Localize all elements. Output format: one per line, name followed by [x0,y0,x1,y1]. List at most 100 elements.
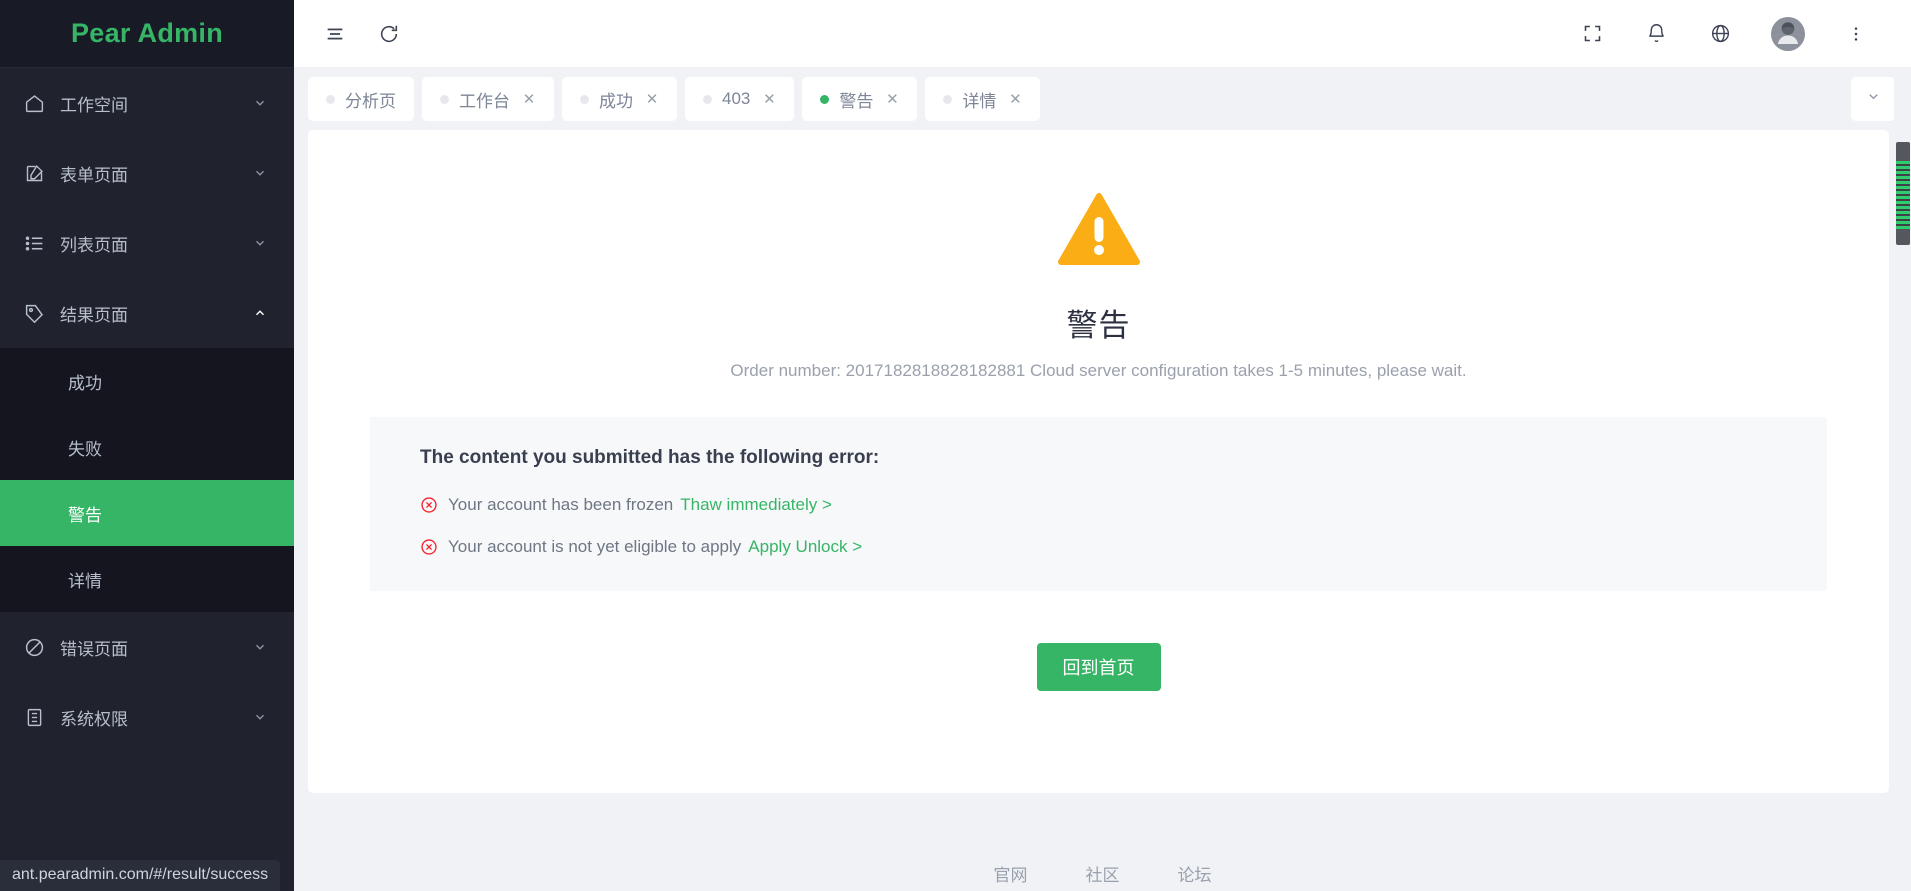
ban-icon [22,635,46,659]
result-card: 警告 Order number: 2017182818828182881 Clo… [308,130,1889,793]
error-row-text: Your account has been frozen [448,495,674,514]
chevron-down-icon [1866,89,1881,109]
error-row: Your account has been frozen Thaw immedi… [420,495,1777,515]
fullscreen-icon[interactable] [1579,21,1605,47]
refresh-icon[interactable] [376,21,402,47]
list-icon [22,231,46,255]
tab-status-dot [440,94,449,104]
sidebar-subitem-fail[interactable]: 失败 [0,414,294,480]
hamburger-icon[interactable] [322,21,348,47]
chevron-down-icon [252,709,268,725]
tab-label: 成功 [599,91,633,111]
topbar [294,0,1911,68]
sidebar-subitem-detail[interactable]: 详情 [0,546,294,612]
globe-icon[interactable] [1707,21,1733,47]
error-panel: The content you submitted has the follow… [370,417,1827,591]
sidebar-submenu-result-pages: 成功 失败 警告 详情 [0,348,294,612]
warning-triangle-icon [1057,188,1141,272]
topbar-left-group [322,21,402,47]
tab-success[interactable]: 成功 ✕ [562,77,677,121]
sidebar-item-label: 系统权限 [60,709,128,729]
tab-warning[interactable]: 警告 ✕ [802,77,918,121]
footer-link-official[interactable]: 官网 [994,861,1028,886]
sidebar-subitem-warning[interactable]: 警告 [0,480,294,546]
sidebar-item-error-pages[interactable]: 错误页面 [0,612,294,682]
sidebar-subitem-label: 详情 [68,571,102,591]
sidebar-subitem-success[interactable]: 成功 [0,348,294,414]
sidebar-subitem-label: 失败 [68,439,102,459]
tab-workbench[interactable]: 工作台 ✕ [422,77,554,121]
chevron-down-icon [252,235,268,251]
tag-icon [22,301,46,325]
sidebar-item-result-pages[interactable]: 结果页面 [0,278,294,348]
sidebar-item-form-pages[interactable]: 表单页面 [0,138,294,208]
brand-header: Pear Admin [0,0,294,68]
footer-link-forum[interactable]: 论坛 [1178,861,1212,886]
tab-status-dot [820,94,830,104]
close-icon[interactable]: ✕ [522,90,536,108]
back-home-button[interactable]: 回到首页 [1036,643,1161,691]
tab-analysis[interactable]: 分析页 [308,77,414,121]
tab-label: 403 [722,89,751,108]
error-row-text: Your account is not yet eligible to appl… [448,537,742,556]
status-bar-url: ant.pearadmin.com/#/result/success [0,860,281,891]
bell-icon[interactable] [1643,21,1669,47]
tab-label: 警告 [839,91,874,111]
footer-link-community[interactable]: 社区 [1086,861,1120,886]
sidebar-item-label: 列表页面 [60,235,128,255]
tab-label: 工作台 [459,91,510,111]
error-panel-heading: The content you submitted has the follow… [420,447,880,468]
close-icon[interactable]: ✕ [762,90,776,108]
chevron-down-icon [252,639,268,655]
tab-options-dropdown[interactable] [1851,77,1895,121]
vertical-scrollbar-thumb[interactable] [1896,142,1910,245]
sidebar-item-system-permissions[interactable]: 系统权限 [0,682,294,752]
tab-status-dot [326,94,335,104]
user-avatar[interactable] [1771,16,1805,51]
tab-label: 分析页 [345,91,396,111]
apply-unlock-link[interactable]: Apply Unlock > [748,537,862,557]
chevron-down-icon [252,95,268,111]
sidebar-subitem-label: 成功 [68,373,102,393]
sidebar-subitem-label: 警告 [68,505,102,525]
tab-list: 分析页 工作台 ✕ 成功 ✕ 403 ✕ 警告 ✕ 详情 ✕ [308,77,1841,121]
error-circle-icon [420,496,438,514]
sidebar: Pear Admin 工作空间 表单页面 列表页面 结果页面 成功 失败 警告 … [0,0,294,891]
sidebar-nav: 工作空间 表单页面 列表页面 结果页面 成功 失败 警告 详情 错误页面 系统权… [0,68,294,891]
tab-label: 详情 [962,91,997,111]
close-icon[interactable]: ✕ [885,90,899,108]
tab-detail[interactable]: 详情 ✕ [925,77,1041,121]
tab-status-dot [580,94,589,104]
sidebar-item-list-pages[interactable]: 列表页面 [0,208,294,278]
action-row: 回到首页 [1036,643,1161,691]
home-icon [22,91,46,115]
brand-title: Pear Admin [70,18,224,48]
tab-status-dot [703,94,712,104]
footer: 官网 社区 论坛 [294,833,1911,891]
content-wrapper: 警告 Order number: 2017182818828182881 Clo… [294,130,1911,833]
thaw-immediately-link[interactable]: Thaw immediately > [680,495,832,515]
chevron-down-icon [252,165,268,181]
close-icon[interactable]: ✕ [645,90,659,108]
sidebar-item-label: 结果页面 [60,305,128,325]
sidebar-item-label: 工作空间 [60,95,128,115]
result-subtitle: Order number: 2017182818828182881 Cloud … [730,361,1467,380]
tab-status-dot [943,94,953,104]
error-row: Your account is not yet eligible to appl… [420,537,1777,557]
tab-bar: 分析页 工作台 ✕ 成功 ✕ 403 ✕ 警告 ✕ 详情 ✕ [294,68,1911,130]
app-root: Pear Admin 工作空间 表单页面 列表页面 结果页面 成功 失败 警告 … [0,0,1911,891]
more-vertical-icon[interactable] [1843,21,1869,47]
server-icon [22,705,46,729]
sidebar-item-label: 表单页面 [60,165,128,185]
sidebar-item-label: 错误页面 [60,639,128,659]
result-title: 警告 [1066,308,1131,343]
close-icon[interactable]: ✕ [1008,90,1022,108]
main-area: 分析页 工作台 ✕ 成功 ✕ 403 ✕ 警告 ✕ 详情 ✕ 警告 Order … [294,0,1911,891]
sidebar-item-workspace[interactable]: 工作空间 [0,68,294,138]
error-circle-icon [420,538,438,556]
edit-square-icon [22,161,46,185]
chevron-up-icon [252,305,268,321]
tab-403[interactable]: 403 ✕ [685,77,795,121]
scrollbar-thumb-stripes [1896,161,1910,229]
topbar-right-group [1579,16,1887,51]
